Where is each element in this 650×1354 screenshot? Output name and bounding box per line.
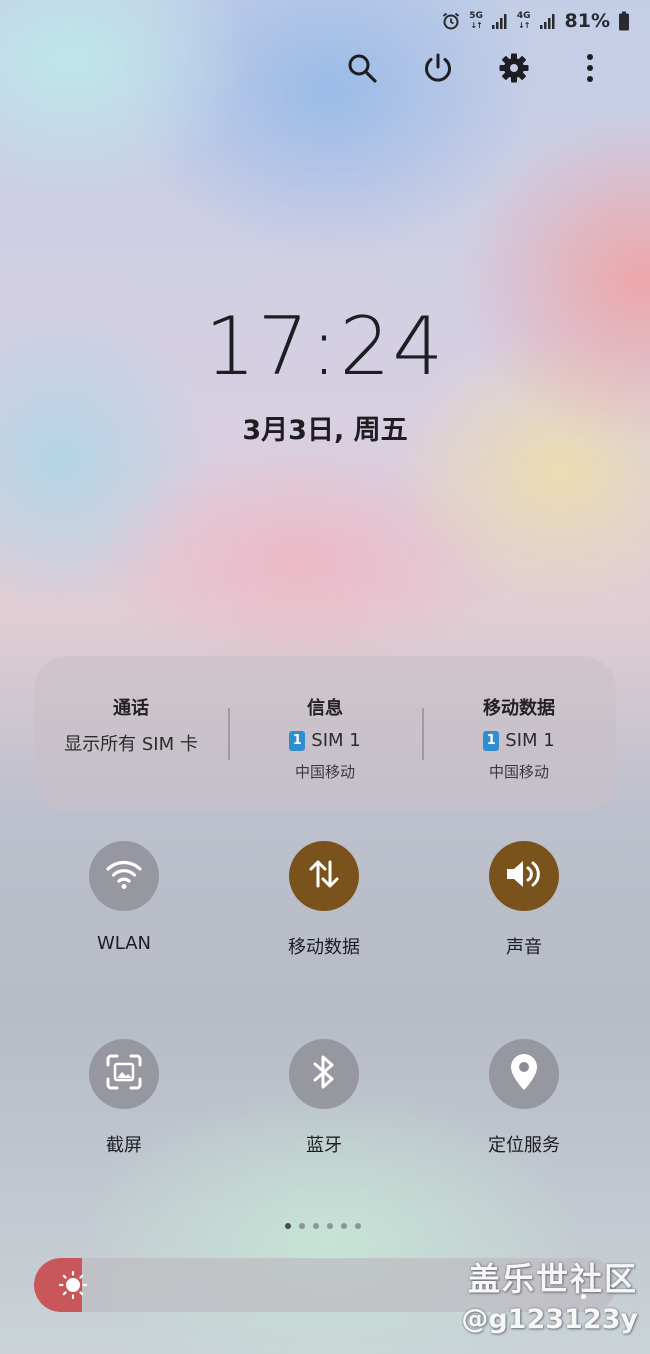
- toggle-mobile-data-button[interactable]: [289, 841, 359, 911]
- sim-call-title: 通话: [113, 698, 149, 719]
- watermark-line-1: 盖乐世社区: [467, 1260, 638, 1298]
- quick-panel-actions: [342, 48, 610, 92]
- sim-call-setting[interactable]: 通话 显示所有 SIM 卡: [34, 656, 228, 812]
- screenshot-icon: [105, 1053, 143, 1095]
- gear-icon: [498, 52, 530, 88]
- signal-icon: [491, 12, 509, 30]
- toggle-label: 定位服务: [488, 1135, 560, 1156]
- network-4g: 4G ↓↑: [516, 11, 531, 31]
- sim-call-value: 显示所有 SIM 卡: [64, 734, 198, 755]
- clock-time[interactable]: 17:24: [0, 300, 650, 393]
- sun-icon: [58, 1270, 88, 1304]
- sim-carrier: 中国移动: [488, 763, 549, 781]
- page-dot[interactable]: [313, 1223, 319, 1229]
- watermark: 盖乐世社区 @g123123y: [461, 1254, 638, 1335]
- watermark-line-2: @g123123y: [461, 1304, 638, 1335]
- sim-carrier: 中国移动: [294, 763, 355, 781]
- location-pin-icon: [508, 1052, 540, 1096]
- toggle-wlan-button[interactable]: [89, 841, 159, 911]
- data-transfer-icon: [306, 856, 342, 896]
- toggle-label: 移动数据: [288, 937, 360, 958]
- status-bar: 5G ↓↑ 4G ↓↑ 81%: [441, 8, 630, 34]
- settings-button[interactable]: [494, 48, 534, 92]
- toggle-label: WLAN: [96, 933, 152, 954]
- sim-mobile-data-value: 1 SIM 1: [483, 730, 555, 751]
- toggle-sound[interactable]: 声音: [424, 841, 624, 959]
- toggle-location[interactable]: 定位服务: [424, 1039, 624, 1157]
- toggle-mobile-data[interactable]: 移动数据: [224, 841, 424, 959]
- sim-label: SIM 1: [311, 730, 361, 751]
- alarm-icon: [441, 11, 461, 31]
- page-indicator[interactable]: [285, 1223, 361, 1229]
- toggle-label: 声音: [506, 937, 542, 958]
- sim-mobile-data-setting[interactable]: 移动数据 1 SIM 1 中国移动: [422, 656, 616, 812]
- sim-card-panel: 通话 显示所有 SIM 卡 信息 1 SIM 1 中国移动 移动数据 1 SIM…: [34, 656, 616, 812]
- sim-messages-setting[interactable]: 信息 1 SIM 1 中国移动: [228, 656, 422, 812]
- toggle-location-button[interactable]: [489, 1039, 559, 1109]
- toggle-screenshot[interactable]: 截屏: [24, 1039, 224, 1157]
- toggle-label: 截屏: [106, 1135, 142, 1156]
- sim-messages-title: 信息: [307, 698, 343, 719]
- wifi-icon: [105, 858, 143, 894]
- power-icon: [422, 52, 454, 88]
- toggle-sound-button[interactable]: [489, 841, 559, 911]
- page-dot[interactable]: [285, 1223, 291, 1229]
- toggle-bluetooth-button[interactable]: [289, 1039, 359, 1109]
- page-dot[interactable]: [341, 1223, 347, 1229]
- signal-icon: [539, 12, 557, 30]
- toggle-bluetooth[interactable]: 蓝牙: [224, 1039, 424, 1157]
- sim-label: SIM 1: [505, 730, 555, 751]
- sim-mobile-data-title: 移动数据: [483, 698, 555, 719]
- page-dot[interactable]: [327, 1223, 333, 1229]
- toggle-label: 蓝牙: [306, 1135, 342, 1156]
- speaker-icon: [504, 857, 544, 895]
- more-options-button[interactable]: [570, 48, 610, 92]
- network-5g: 5G ↓↑: [469, 11, 483, 31]
- clock-date[interactable]: 3月3日, 周五: [0, 408, 650, 447]
- search-icon: [346, 52, 378, 88]
- more-vertical-icon: [584, 52, 596, 88]
- power-button[interactable]: [418, 48, 458, 92]
- page-dot[interactable]: [299, 1223, 305, 1229]
- toggle-wlan[interactable]: WLAN: [24, 841, 224, 954]
- search-button[interactable]: [342, 48, 382, 92]
- sim-1-icon: 1: [483, 730, 500, 751]
- battery-icon: [618, 11, 630, 31]
- toggle-screenshot-button[interactable]: [89, 1039, 159, 1109]
- battery-percent: 81%: [564, 10, 610, 32]
- bluetooth-icon: [310, 1053, 338, 1095]
- sim-1-icon: 1: [289, 730, 306, 751]
- page-dot[interactable]: [355, 1223, 361, 1229]
- sim-messages-value: 1 SIM 1: [289, 730, 361, 751]
